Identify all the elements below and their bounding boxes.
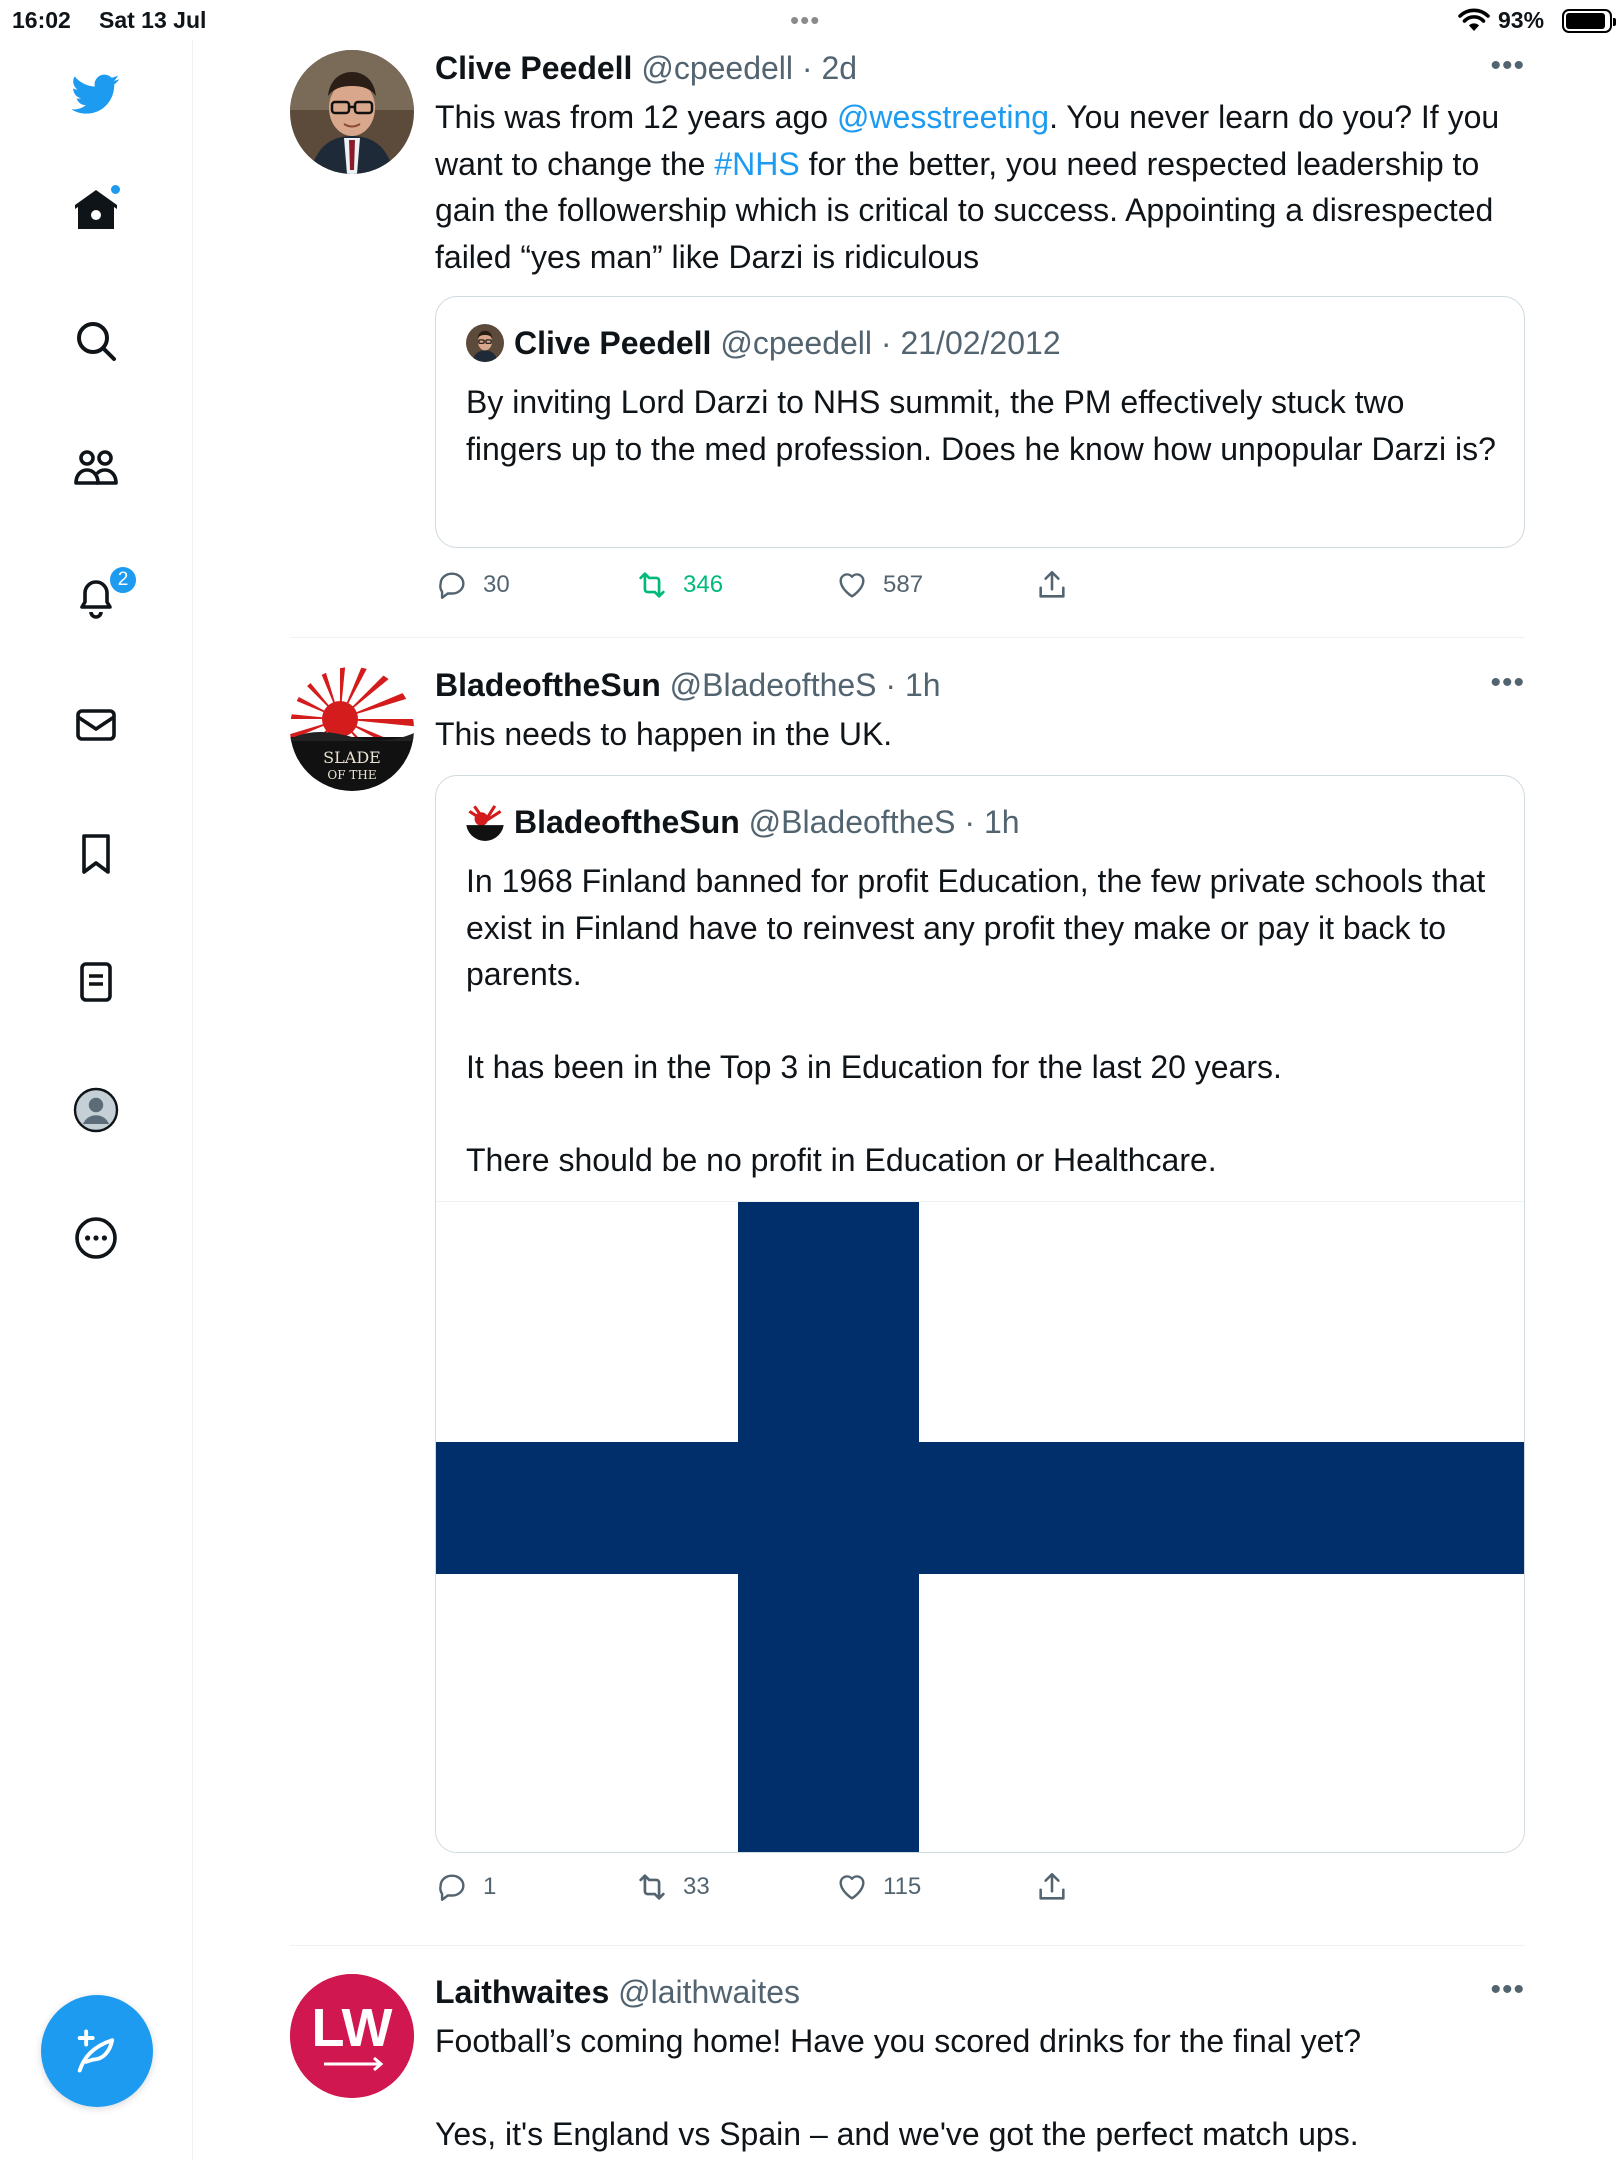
tweet-text: This was from 12 years ago @wesstreeting… (435, 94, 1525, 280)
retweet-icon (639, 572, 665, 598)
retweet-count: 346 (683, 571, 724, 598)
home-icon[interactable] (66, 179, 126, 239)
like-button[interactable]: 587 (835, 568, 923, 602)
mail-icon[interactable] (66, 695, 126, 755)
reply-button[interactable]: 30 (435, 568, 510, 602)
more-options-icon[interactable]: ••• (1490, 1975, 1525, 2005)
quote-time: · 1h (964, 804, 1020, 840)
tweet-header: Laithwaites @laithwaites (435, 1972, 1525, 2012)
author-name[interactable]: Clive Peedell (435, 50, 632, 86)
quote-author-name: Clive Peedell (514, 325, 712, 361)
quote-avatar (466, 324, 504, 362)
reply-count: 30 (483, 571, 510, 598)
more-circle-icon[interactable] (66, 1208, 126, 1268)
search-icon[interactable] (66, 311, 126, 371)
tweet-actions: 30 346 587 (435, 568, 1335, 608)
bookmark-icon[interactable] (66, 824, 126, 884)
tweet[interactable]: SLADE OF THE BladeoftheSun @BladeoftheS ·… (290, 665, 1525, 1930)
avatar-logo-text: SLADE (323, 748, 381, 767)
author-name[interactable]: BladeoftheSun (435, 667, 661, 703)
tweet-content: BladeoftheSun @BladeoftheS · 1h ••• This… (435, 665, 1525, 758)
tweet-content: Laithwaites @laithwaites ••• Football’s … (435, 1972, 1525, 2158)
tweet-header: BladeoftheSun @BladeoftheS · 1h (435, 665, 1525, 705)
reply-button[interactable]: 1 (435, 1870, 496, 1904)
battery-percent: 93% (1498, 7, 1545, 33)
heart-icon (839, 1875, 865, 1900)
tweet-actions: 1 33 115 (435, 1870, 1335, 1910)
quote-author-handle: @BladeoftheS (748, 804, 956, 840)
reply-icon (439, 1874, 465, 1901)
tweet-text: Football’s coming home! Have you scored … (435, 2023, 1362, 2152)
status-bar: 16:02 Sat 13 Jul ••• 93% (0, 0, 1620, 40)
status-time: 16:02 (12, 7, 71, 33)
avatar-logo-text: LW (312, 1998, 393, 2058)
sidebar: 2 (0, 40, 193, 2160)
compose-feather-icon (77, 2029, 115, 2073)
tweet-time[interactable]: · 1h (885, 667, 940, 703)
home-notification-dot (109, 183, 122, 196)
divider (290, 637, 1525, 638)
tweet-header: Clive Peedell @cpeedell · 2d (435, 48, 1525, 88)
quote-author-handle: @cpeedell (720, 325, 873, 361)
tweet-text: This needs to happen in the UK. (435, 716, 893, 752)
author-handle[interactable]: @cpeedell (641, 50, 793, 86)
tweet-text-part: This was from 12 years ago (435, 99, 837, 135)
battery-icon (1562, 9, 1616, 33)
tweet-time[interactable]: · 2d (802, 50, 857, 86)
retweet-button[interactable]: 33 (635, 1870, 710, 1904)
status-date: Sat 13 Jul (99, 7, 207, 33)
lists-icon[interactable] (66, 952, 126, 1012)
tweet[interactable]: Clive Peedell @cpeedell · 2d ••• This wa… (290, 48, 1525, 628)
quote-text: In 1968 Finland banned for profit Educat… (466, 863, 1486, 1178)
quoted-tweet[interactable]: Clive Peedell @cpeedell · 21/02/2012 By … (435, 296, 1525, 548)
bell-icon[interactable]: 2 (66, 565, 138, 627)
like-count: 587 (883, 571, 924, 598)
avatar[interactable] (290, 50, 414, 174)
multitasking-dots-icon[interactable]: ••• (790, 7, 820, 33)
author-name[interactable]: Laithwaites (435, 1974, 609, 2010)
tweet[interactable]: LW Laithwaites @laithwaites ••• Football… (290, 1972, 1525, 2160)
svg-text:OF THE: OF THE (327, 768, 376, 782)
like-count: 115 (883, 1873, 922, 1900)
quote-avatar (466, 803, 504, 841)
quote-text: By inviting Lord Darzi to NHS summit, th… (466, 384, 1496, 467)
finland-flag-image[interactable] (436, 1201, 1524, 1852)
reply-icon (439, 572, 465, 599)
author-handle[interactable]: @BladeoftheS (670, 667, 877, 703)
tweet-content: Clive Peedell @cpeedell · 2d ••• This wa… (435, 48, 1525, 280)
share-button[interactable] (1035, 1870, 1083, 1904)
author-handle[interactable]: @laithwaites (618, 1974, 800, 2010)
avatar[interactable]: LW (290, 1974, 414, 2098)
hashtag-link[interactable]: #NHS (714, 146, 799, 182)
more-options-icon[interactable]: ••• (1490, 668, 1525, 698)
wifi-icon (1458, 7, 1490, 38)
like-button[interactable]: 115 (835, 1870, 921, 1904)
quote-header: BladeoftheSun @BladeoftheS · 1h (466, 802, 1020, 842)
quote-header: Clive Peedell @cpeedell · 21/02/2012 (466, 323, 1061, 363)
more-options-icon[interactable]: ••• (1490, 51, 1525, 81)
heart-icon (839, 573, 865, 598)
mention-link[interactable]: @wesstreeting (837, 99, 1049, 135)
reply-count: 1 (483, 1873, 497, 1900)
profile-icon[interactable] (66, 1080, 126, 1140)
retweet-icon (639, 1874, 665, 1900)
quote-author-name: BladeoftheSun (514, 804, 740, 840)
twitter-logo-icon[interactable] (66, 64, 126, 124)
share-icon (1039, 570, 1065, 598)
retweet-count: 33 (683, 1873, 710, 1900)
avatar[interactable]: SLADE OF THE (290, 667, 414, 791)
divider (290, 1945, 1525, 1946)
notification-badge: 2 (108, 565, 138, 595)
quote-time: · 21/02/2012 (880, 325, 1061, 361)
communities-icon[interactable] (66, 439, 126, 499)
compose-tweet-button[interactable] (41, 1995, 153, 2107)
quoted-tweet[interactable]: BladeoftheSun @BladeoftheS · 1h In 1968 … (435, 775, 1525, 1853)
retweet-button[interactable]: 346 (635, 568, 723, 602)
share-button[interactable] (1035, 568, 1083, 602)
share-icon (1039, 1872, 1065, 1900)
